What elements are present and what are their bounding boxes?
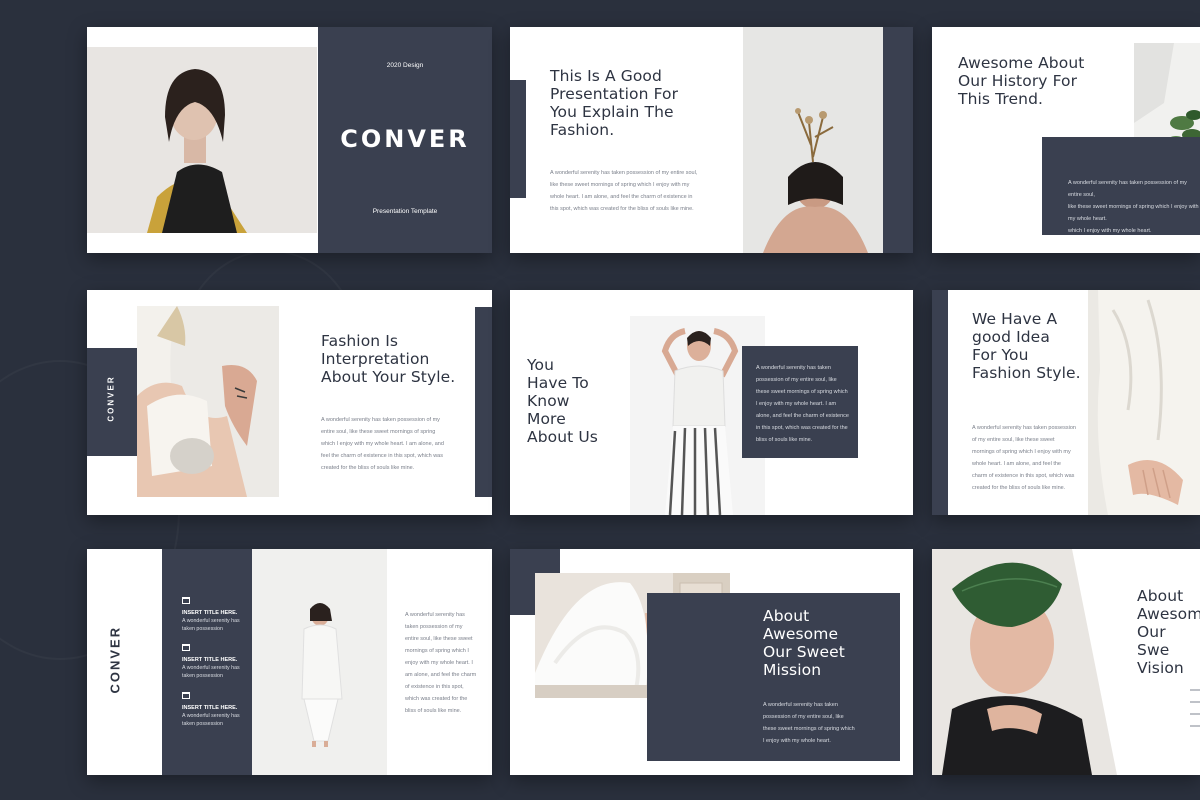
slide-vision[interactable]: About Awesom Our Swe Vision — [932, 549, 1200, 775]
slide-heading: Fashion Is Interpretation About Your Style… — [321, 332, 456, 386]
white-dress-photo — [252, 549, 387, 775]
cover-subtitle: Presentation Template — [372, 208, 438, 215]
calendar-icon — [182, 692, 190, 699]
slide-heading: You Have To Know More About Us — [527, 356, 598, 446]
accent-bar — [510, 80, 526, 198]
model-photo — [743, 27, 883, 253]
portrait-photo — [87, 47, 317, 233]
slide-about-us[interactable]: You Have To Know More About Us A wonderful s… — [510, 290, 913, 515]
slide-heading: Awesome About Our History For This Trend. — [958, 54, 1085, 108]
slide-mission[interactable]: About Awesome Our Sweet Mission A wonderful… — [510, 549, 913, 775]
calendar-icon — [182, 644, 190, 651]
slide-heading: This Is A Good Presentation For You Explai… — [550, 67, 679, 139]
slide-interpretation[interactable]: CONVER Fashion Is Interpretation About You… — [87, 290, 492, 515]
slide-body-text: A wonderful serenity has taken possession… — [756, 365, 849, 443]
white-outfit-photo — [1088, 290, 1200, 515]
slide-good-idea[interactable]: We Have Agood Idea For You Fashion Style. … — [932, 290, 1200, 515]
slide-history[interactable]: Awesome About Our History For This Trend. … — [932, 27, 1200, 253]
page-background: { "slide1": { "tag": "2020 Design", "tit… — [0, 0, 1200, 800]
calendar-icon — [182, 597, 190, 604]
feature-item: INSERT TITLE HERE. A wonderful serenity … — [182, 597, 240, 633]
leaf-model-photo — [932, 549, 1117, 775]
brand-vertical-text: CONVER — [107, 625, 123, 694]
cover-title: CONVER — [340, 125, 470, 153]
slide-body-text: A wonderful serenity has taken possessio… — [1068, 180, 1199, 234]
slide-body-text: A wonderful serenity has taken possessio… — [321, 417, 444, 471]
accent-strip — [883, 27, 913, 253]
model-tattoo-photo — [137, 306, 279, 497]
feature-item: INSERT TITLE HERE. A wonderful serenity … — [182, 644, 240, 680]
slide-body-text: A wonderful serenity has taken possession… — [405, 612, 477, 714]
slide-features[interactable]: CONVER INSERT TITLE HERE. A wonderful se… — [87, 549, 492, 775]
slide-body-text: A wonderful serenity has taken possession… — [763, 702, 855, 744]
slide-cover[interactable]: 2020 Design CONVER Presentation Template — [87, 27, 492, 253]
body-text-lines — [1190, 689, 1200, 727]
accent-bar — [475, 307, 492, 497]
slide-heading: We Have Agood Idea For You Fashion Style. — [972, 310, 1081, 382]
slide-heading: About Awesome Our Sweet Mission — [763, 607, 845, 679]
cover-tag: 2020 Design — [386, 62, 424, 69]
slide-body-text: A wonderful serenity has taken possessio… — [550, 170, 698, 212]
feature-item: INSERT TITLE HERE. A wonderful serenity … — [182, 692, 240, 728]
accent-bar — [932, 290, 948, 515]
brand-vertical-text: CONVER — [106, 375, 116, 422]
slide-good-presentation[interactable]: This Is A Good Presentation For You Explai… — [510, 27, 913, 253]
slide-body-text: A wonderful serenity has taken possessio… — [972, 425, 1076, 491]
slide-heading: About Awesom Our Swe Vision — [1137, 587, 1200, 677]
cover-panel: 2020 Design CONVER Presentation Template — [318, 27, 492, 253]
